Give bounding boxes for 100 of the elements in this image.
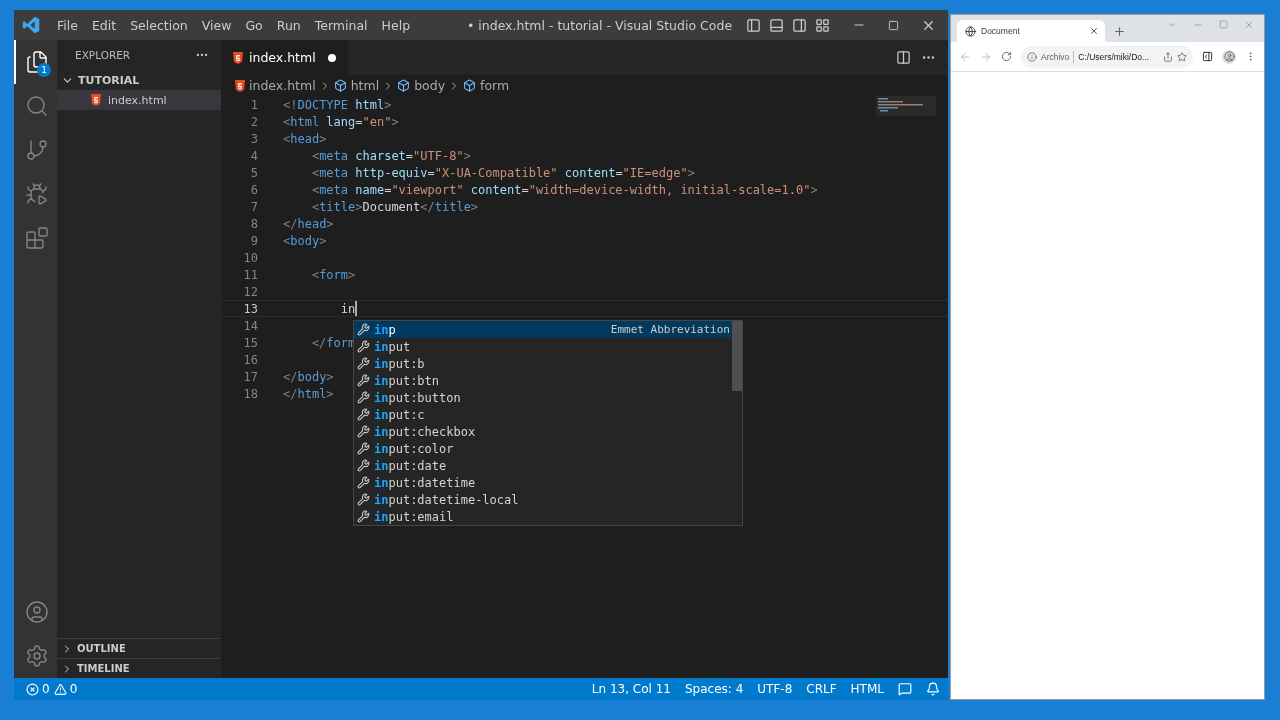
status-item[interactable]: HTML bbox=[850, 682, 884, 696]
bug-play-icon bbox=[24, 182, 49, 206]
address-bar[interactable]: Archivo C:/Users/miki/Do... bbox=[1021, 45, 1193, 68]
line-number: 16 bbox=[242, 352, 258, 367]
breadcrumb-item[interactable]: body bbox=[397, 78, 446, 93]
section-title: TIMELINE bbox=[77, 663, 130, 674]
close-icon[interactable] bbox=[1089, 26, 1099, 36]
wrench-icon bbox=[357, 442, 370, 455]
suggestion-item[interactable]: input:checkbox bbox=[354, 423, 732, 440]
wrench-icon bbox=[357, 323, 370, 336]
suggestion-item[interactable]: input:c bbox=[354, 406, 732, 423]
tab-title: Document bbox=[981, 26, 1020, 36]
panel-bottom-icon[interactable] bbox=[769, 17, 784, 33]
menu-item[interactable]: Help bbox=[374, 17, 418, 33]
globe-icon bbox=[965, 25, 976, 37]
wrench-icon bbox=[357, 340, 370, 353]
share-icon[interactable] bbox=[1163, 51, 1173, 62]
layout-icon[interactable] bbox=[815, 17, 830, 33]
menu-item[interactable]: Selection bbox=[123, 17, 195, 33]
panel-right-icon[interactable] bbox=[792, 17, 807, 33]
file-name: index.html bbox=[108, 93, 167, 107]
line-number: 12 bbox=[242, 284, 258, 299]
scrollbar-thumb[interactable] bbox=[732, 321, 742, 391]
blocks-icon bbox=[24, 226, 49, 250]
folder-item[interactable]: TUTORIAL bbox=[57, 70, 221, 90]
wrench-icon bbox=[357, 459, 370, 472]
menu-item[interactable]: Go bbox=[238, 17, 270, 33]
errors-indicator[interactable]: 0 bbox=[26, 682, 50, 696]
code-line: <meta name="viewport" content="width=device-width, initial-scale=1.0"> bbox=[310, 182, 818, 197]
suggestion-item[interactable]: input:button bbox=[354, 389, 732, 406]
code-line: <title>Document</title> bbox=[310, 199, 479, 214]
settings-icon[interactable] bbox=[24, 644, 49, 668]
breadcrumb-item[interactable]: html bbox=[333, 78, 380, 93]
status-item[interactable]: UTF-8 bbox=[757, 682, 793, 696]
suggestion-item[interactable]: input:email bbox=[354, 508, 732, 525]
editor-tab[interactable]: index.html bbox=[221, 40, 348, 75]
side-panel-icon[interactable] bbox=[1202, 51, 1213, 62]
line-number: 7 bbox=[249, 199, 258, 214]
wrench-icon bbox=[357, 476, 370, 489]
code-line: </html> bbox=[283, 386, 334, 401]
app-logo bbox=[22, 16, 40, 34]
minimap-drawing bbox=[876, 96, 936, 116]
wrench-icon bbox=[357, 391, 370, 404]
code-line: <meta charset="UTF-8"> bbox=[310, 148, 471, 163]
warnings-indicator[interactable]: 0 bbox=[53, 682, 78, 696]
panel-left-icon[interactable] bbox=[746, 17, 761, 33]
suggestion-item[interactable]: input:b bbox=[354, 355, 732, 372]
suggestion-item[interactable]: input:datetime bbox=[354, 474, 732, 491]
suggestion-item[interactable]: inp Emmet Abbreviation bbox=[354, 321, 732, 338]
menu-item[interactable]: File bbox=[50, 17, 85, 33]
menu-item[interactable]: Run bbox=[269, 17, 308, 33]
suggestion-item[interactable]: input bbox=[354, 338, 732, 355]
new-tab-icon[interactable] bbox=[1113, 25, 1126, 38]
info-icon bbox=[1027, 51, 1037, 62]
browser-tab[interactable]: Document bbox=[957, 20, 1105, 42]
maximize-icon[interactable] bbox=[888, 19, 899, 31]
profile-avatar[interactable] bbox=[1222, 49, 1236, 64]
unsaved-dot-icon bbox=[327, 53, 336, 62]
section-title: OUTLINE bbox=[77, 643, 126, 654]
wrench-icon bbox=[357, 425, 370, 438]
wrench-icon bbox=[357, 408, 370, 421]
error-icon bbox=[26, 682, 39, 696]
code-line: in bbox=[339, 301, 358, 316]
status-item[interactable]: Spaces: 4 bbox=[685, 682, 744, 696]
html-file-icon bbox=[233, 51, 243, 64]
html-file-icon bbox=[91, 94, 101, 106]
account-icon[interactable] bbox=[24, 600, 49, 624]
code-line: </head> bbox=[283, 216, 334, 231]
site-label: Archivo bbox=[1041, 51, 1070, 62]
star-icon[interactable] bbox=[1177, 51, 1187, 62]
branch-icon bbox=[24, 138, 49, 162]
breadcrumb-item[interactable]: index.html bbox=[235, 78, 316, 93]
suggestion-item[interactable]: input:date bbox=[354, 457, 732, 474]
suggestion-item[interactable]: input:btn bbox=[354, 372, 732, 389]
line-number: 9 bbox=[249, 233, 258, 248]
split-editor-icon[interactable] bbox=[896, 50, 911, 65]
status-item[interactable]: Ln 13, Col 11 bbox=[591, 682, 671, 696]
line-number: 11 bbox=[242, 267, 258, 282]
bell-icon[interactable] bbox=[926, 682, 940, 696]
html-file-icon bbox=[235, 79, 245, 92]
menu-item[interactable]: Terminal bbox=[307, 17, 375, 33]
feedback-icon[interactable] bbox=[898, 682, 912, 696]
wrench-icon bbox=[357, 493, 370, 506]
suggestion-item[interactable]: input:datetime-local bbox=[354, 491, 732, 508]
section-header[interactable]: OUTLINE bbox=[57, 638, 221, 658]
menu-item[interactable]: View bbox=[194, 17, 239, 33]
folder-name: TUTORIAL bbox=[78, 73, 140, 87]
text-cursor bbox=[355, 301, 358, 316]
line-number: 2 bbox=[249, 114, 258, 129]
breadcrumb-item[interactable]: form bbox=[463, 78, 510, 93]
line-number: 1 bbox=[249, 97, 258, 112]
suggestion-detail: Emmet Abbreviation bbox=[610, 323, 731, 336]
suggestion-item[interactable]: input:color bbox=[354, 440, 732, 457]
code-line: <!DOCTYPE html> bbox=[283, 97, 392, 112]
reload-icon[interactable] bbox=[1001, 51, 1012, 62]
explorer-tree-row[interactable]: index.html bbox=[57, 90, 221, 110]
status-item[interactable]: CRLF bbox=[806, 682, 837, 696]
menu-item[interactable]: Edit bbox=[84, 17, 124, 33]
code-line: <html lang="en"> bbox=[283, 114, 399, 129]
wrench-icon bbox=[357, 510, 370, 523]
